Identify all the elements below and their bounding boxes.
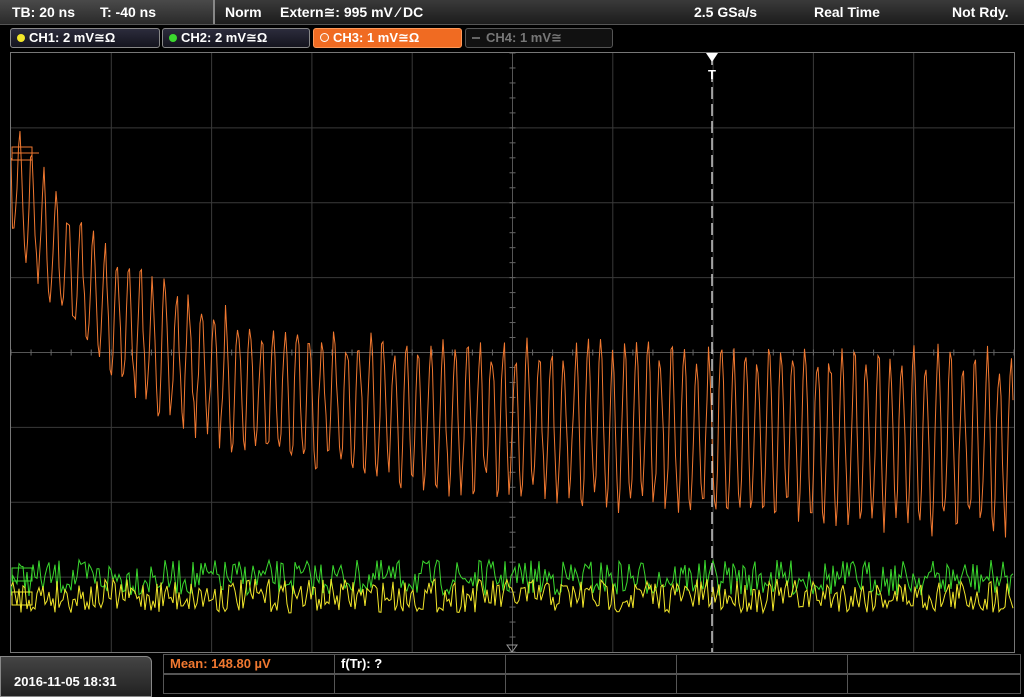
measurement-mean: Mean: 148.80 µV <box>170 656 271 671</box>
measurement-cell-empty[interactable] <box>847 674 1021 694</box>
waveform-display[interactable]: T <box>10 52 1015 653</box>
trigger-source[interactable]: Extern≅: 995 mV ⁄ DC <box>280 4 423 21</box>
measurement-cell-empty[interactable] <box>676 674 848 694</box>
measurement-cell-empty[interactable] <box>163 674 335 694</box>
datetime-label: 2016-11-05 18:31 <box>14 674 117 689</box>
channel-3-button[interactable]: CH3: 1 mV≅Ω <box>313 28 462 48</box>
trigger-marker-label: T <box>708 67 716 82</box>
channel-2-indicator-icon <box>169 34 177 42</box>
trigger-mode[interactable]: Norm <box>225 4 262 20</box>
channel-1-label: CH1: 2 mV≅Ω <box>29 30 116 45</box>
acquisition-state: Not Rdy. <box>952 4 1009 20</box>
timebase-label: TB: 20 ns <box>12 4 76 20</box>
measurement-rise-freq: f(Tr): ? <box>341 656 383 671</box>
channel-1-button[interactable]: CH1: 2 mV≅Ω <box>10 28 160 48</box>
measurement-cell-empty[interactable] <box>505 654 677 674</box>
trigger-time-label: T: -40 ns <box>100 4 157 20</box>
acquisition-mode[interactable]: Real Time <box>814 4 880 20</box>
channel-4-button[interactable]: CH4: 1 mV≅ <box>465 28 613 48</box>
datetime-box: 2016-11-05 18:31 <box>0 656 152 697</box>
status-bar: TB: 20 ns T: -40 ns Norm Extern≅: 995 mV… <box>0 0 1024 25</box>
channel-3-indicator-icon <box>320 33 329 42</box>
channel-3-offset-marker-icon <box>11 146 39 161</box>
channel-1-indicator-icon <box>17 34 25 42</box>
measurement-rise-freq-cell[interactable]: f(Tr): ? <box>334 654 506 674</box>
measurement-panel: Mean: 148.80 µV f(Tr): ? <box>163 654 1024 695</box>
channel-4-off-icon <box>472 37 480 39</box>
channel-2-button[interactable]: CH2: 2 mV≅Ω <box>162 28 310 48</box>
measurement-cell-empty[interactable] <box>505 674 677 694</box>
channel-bar: CH1: 2 mV≅Ω CH2: 2 mV≅Ω CH3: 1 mV≅Ω CH4:… <box>0 25 1024 50</box>
sample-rate: 2.5 GSa/s <box>694 4 758 20</box>
timebase-box[interactable]: TB: 20 ns T: -40 ns <box>0 0 215 24</box>
waveform-canvas: T <box>10 52 1015 653</box>
measurement-cell-empty[interactable] <box>676 654 848 674</box>
trigger-position-marker-icon[interactable] <box>706 53 718 62</box>
channel-3-label: CH3: 1 mV≅Ω <box>333 30 420 45</box>
measurement-mean-cell[interactable]: Mean: 148.80 µV <box>163 654 335 674</box>
measurement-cell-empty[interactable] <box>847 654 1021 674</box>
measurement-cell-empty[interactable] <box>334 674 506 694</box>
channel-2-label: CH2: 2 mV≅Ω <box>181 30 268 45</box>
channel-4-label: CH4: 1 mV≅ <box>486 30 562 45</box>
